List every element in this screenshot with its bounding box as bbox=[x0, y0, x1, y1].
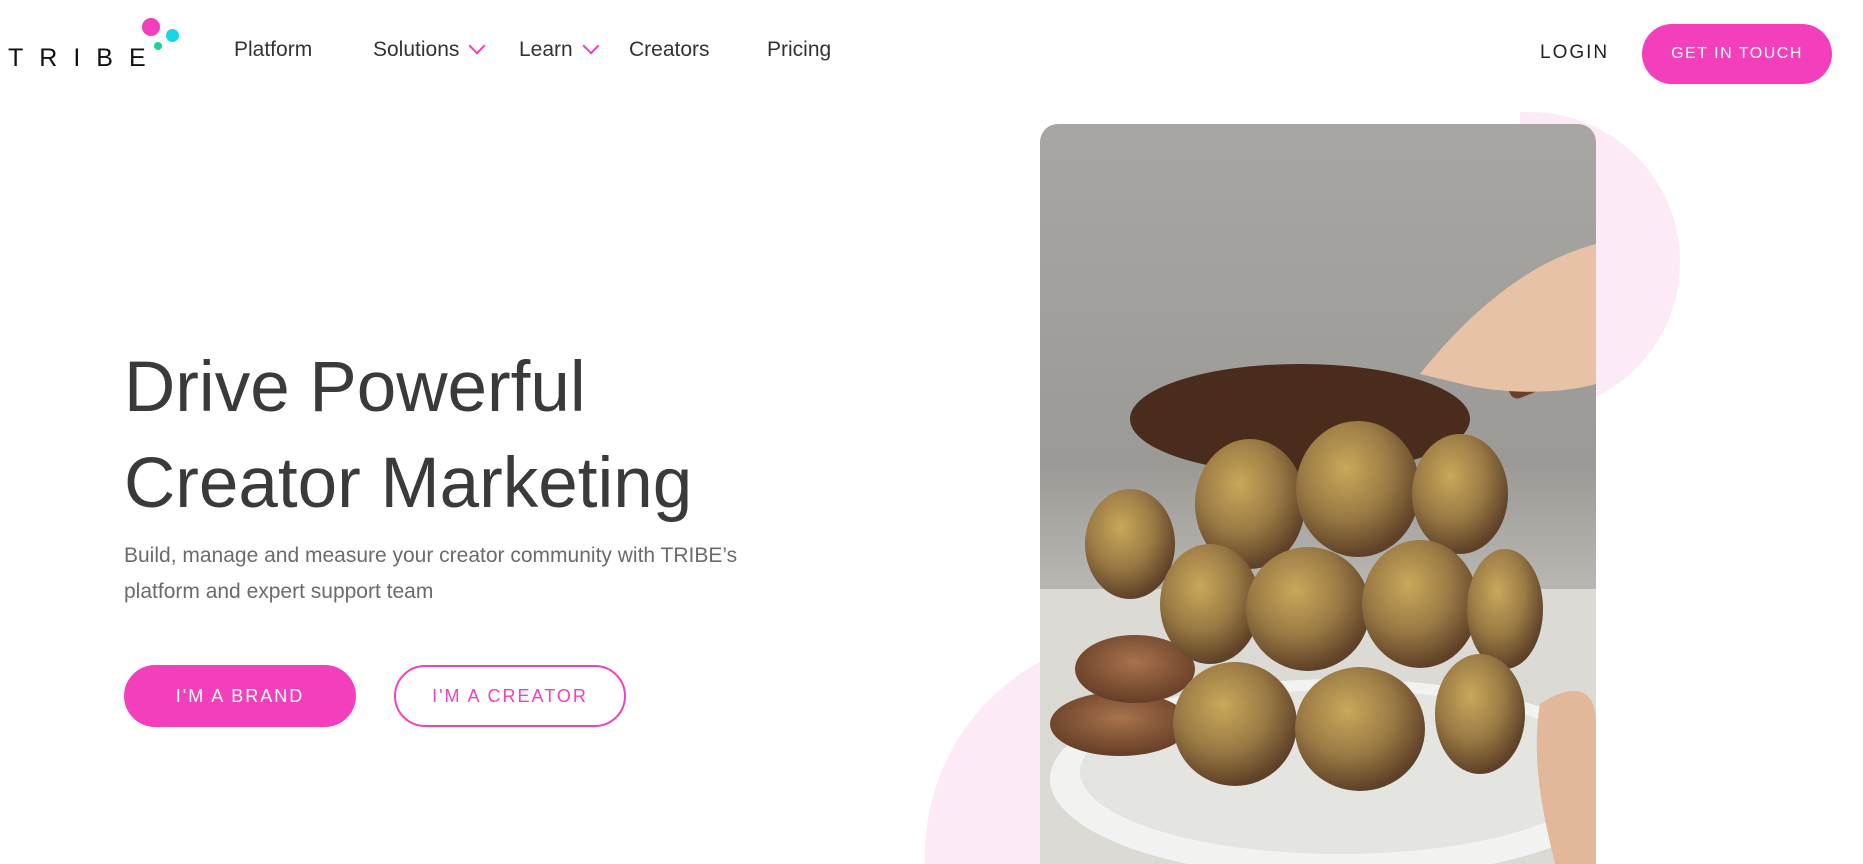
im-a-brand-button[interactable]: I'M A BRAND bbox=[124, 665, 356, 727]
nav-item-pricing[interactable]: Pricing bbox=[767, 38, 831, 62]
logo-dot-cyan bbox=[166, 29, 179, 42]
nav-item-learn[interactable]: Learn bbox=[519, 37, 600, 62]
logo-dot-pink bbox=[142, 18, 160, 36]
hero-subtext: Build, manage and measure your creator c… bbox=[124, 538, 784, 610]
subtext-line-2: platform and expert support team bbox=[124, 580, 434, 603]
nav-item-creators[interactable]: Creators bbox=[629, 38, 710, 62]
headline-line-2: Creator Marketing bbox=[124, 444, 693, 523]
chevron-down-icon bbox=[468, 37, 486, 55]
subtext-line-1: Build, manage and measure your creator c… bbox=[124, 544, 738, 567]
hero-video[interactable] bbox=[1040, 124, 1596, 864]
im-a-creator-button[interactable]: I'M A CREATOR bbox=[394, 665, 626, 727]
headline-line-1: Drive Powerful bbox=[124, 348, 586, 427]
login-link[interactable]: LOGIN bbox=[1540, 42, 1609, 64]
get-in-touch-button[interactable]: GET IN TOUCH bbox=[1642, 24, 1832, 84]
nav-item-label: Pricing bbox=[767, 38, 832, 61]
site-header: TRIBE Platform Solutions Learn Creators … bbox=[0, 0, 1863, 105]
nav-item-label: Learn bbox=[519, 38, 573, 61]
dessert-video-frame bbox=[1040, 244, 1596, 864]
hero-headline: Drive Powerful Creator Marketing bbox=[124, 340, 824, 532]
nav-item-platform[interactable]: Platform bbox=[234, 38, 312, 62]
chevron-down-icon bbox=[582, 37, 600, 55]
nav-item-solutions[interactable]: Solutions bbox=[373, 37, 486, 62]
nav-item-label: Platform bbox=[234, 38, 313, 61]
logo-dot-green bbox=[154, 42, 162, 50]
nav-item-label: Creators bbox=[629, 38, 710, 61]
nav-item-label: Solutions bbox=[373, 38, 460, 61]
logo-wordmark: TRIBE bbox=[8, 44, 162, 72]
tribe-logo[interactable]: TRIBE bbox=[8, 14, 180, 72]
